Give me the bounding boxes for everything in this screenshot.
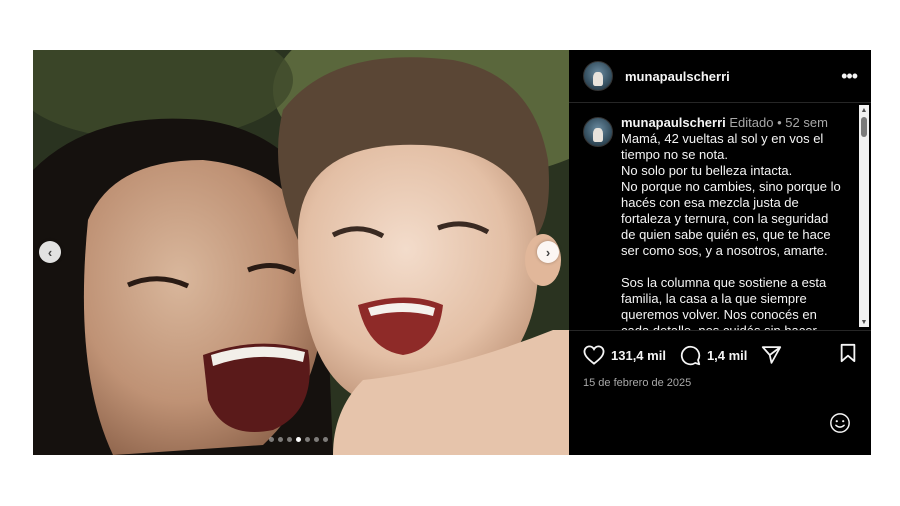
smiley-icon[interactable] (829, 412, 851, 439)
post-date[interactable]: 15 de febrero de 2025 (569, 367, 871, 389)
comment-button[interactable]: 1,4 mil (680, 345, 747, 366)
save-button[interactable] (839, 343, 857, 368)
comment-count[interactable]: 1,4 mil (707, 348, 747, 363)
caption-scrollbar[interactable]: ▲ ▼ (859, 105, 869, 327)
header-username[interactable]: munapaulscherri (625, 69, 841, 84)
action-bar: 131,4 mil 1,4 mil (569, 331, 871, 367)
caption-row: munapaulscherri Editado • 52 sem Mamá, 4… (569, 103, 871, 331)
like-count[interactable]: 131,4 mil (611, 348, 666, 363)
post-header: munapaulscherri ••• (569, 50, 871, 103)
scroll-down-arrow-icon[interactable]: ▼ (859, 317, 869, 327)
photo-illustration (33, 50, 569, 455)
post-photo[interactable]: ‹ › (33, 50, 569, 455)
scroll-thumb[interactable] (861, 117, 867, 137)
caption-paragraph: Sos la columna que sostiene a esta famil… (621, 275, 827, 331)
send-icon (762, 346, 782, 364)
carousel-dot (314, 437, 319, 442)
avatar[interactable] (583, 117, 613, 147)
chevron-left-icon[interactable]: ‹ (39, 241, 61, 263)
smiley-icon-graphic (830, 413, 850, 433)
bookmark-icon (840, 343, 856, 362)
carousel-dot (278, 437, 283, 442)
carousel-dot (269, 437, 274, 442)
carousel-dot-active (296, 437, 301, 442)
carousel-dot (305, 437, 310, 442)
caption-username[interactable]: munapaulscherri (621, 115, 726, 130)
meta-separator: • (777, 115, 782, 130)
edited-label: Editado (729, 115, 774, 130)
carousel-indicator (269, 437, 328, 442)
time-ago[interactable]: 52 sem (785, 115, 828, 130)
instagram-post: ‹ › munapaulscherri ••• munapaulscherri … (33, 50, 871, 455)
caption-text: Mamá, 42 vueltas al sol y en vos el tiem… (621, 131, 843, 331)
caption-paragraph: No porque no cambies, sino porque lo hac… (621, 179, 841, 258)
scroll-up-arrow-icon[interactable]: ▲ (859, 105, 869, 115)
caption-section: munapaulscherri Editado • 52 sem Mamá, 4… (569, 103, 871, 331)
heart-icon (583, 345, 605, 365)
avatar[interactable] (583, 61, 613, 91)
carousel-dot (287, 437, 292, 442)
carousel-dot (323, 437, 328, 442)
caption-paragraph: Mamá, 42 vueltas al sol y en vos el tiem… (621, 131, 824, 162)
caption-paragraph: No solo por tu belleza intacta. (621, 163, 793, 178)
caption-body: munapaulscherri Editado • 52 sem Mamá, 4… (621, 115, 843, 331)
share-button[interactable] (761, 345, 782, 365)
comment-icon (680, 345, 701, 365)
post-side-panel: munapaulscherri ••• munapaulscherri Edit… (569, 50, 871, 455)
like-button[interactable]: 131,4 mil (583, 345, 666, 365)
more-horizontal-icon[interactable]: ••• (841, 67, 858, 85)
chevron-right-icon[interactable]: › (537, 241, 559, 263)
